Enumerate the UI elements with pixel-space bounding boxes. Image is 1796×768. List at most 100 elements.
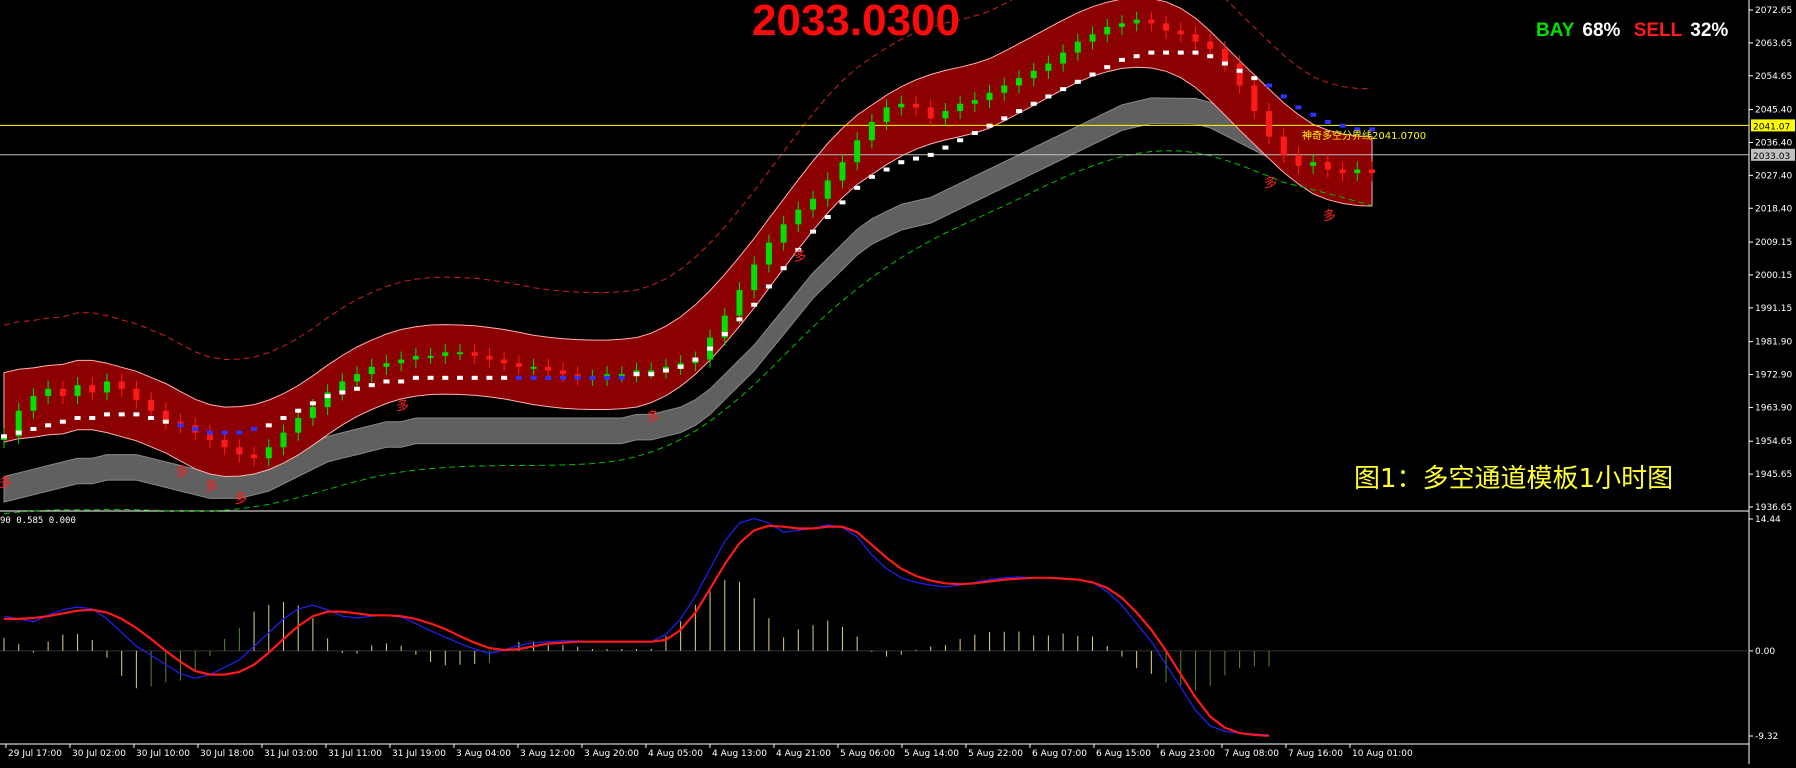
buy-signal-marker: 多 — [234, 491, 247, 507]
trend-step-marker — [383, 379, 390, 384]
candle-body — [45, 388, 52, 397]
time-tick-label: 30 Jul 10:00 — [136, 749, 190, 759]
trend-step-marker — [15, 430, 22, 435]
time-tick-label: 6 Aug 15:00 — [1096, 749, 1151, 759]
trend-step-marker — [559, 375, 566, 380]
buy-signal-marker: 多 — [1264, 175, 1277, 191]
trend-step-marker — [1266, 83, 1273, 88]
trend-step-marker — [133, 412, 140, 417]
candle-body — [1251, 85, 1258, 112]
trend-step-marker — [545, 375, 552, 380]
trend-step-marker — [368, 383, 375, 388]
trend-step-marker — [89, 416, 96, 421]
price-tick-label: 1954.65 — [1755, 437, 1792, 447]
trend-step-marker — [751, 302, 758, 307]
trend-step-marker — [1045, 94, 1052, 99]
candle-body — [368, 366, 375, 375]
candle-body — [30, 396, 37, 411]
candle-body — [751, 264, 758, 291]
trend-step-marker — [354, 386, 361, 391]
candle-body — [1089, 34, 1096, 42]
price-tick-label: 1945.65 — [1755, 470, 1792, 480]
trend-step-marker — [339, 390, 346, 395]
time-tick-label: 4 Aug 21:00 — [776, 749, 831, 759]
candle-body — [148, 399, 155, 411]
candle-body — [854, 140, 861, 163]
candle-body — [1324, 162, 1331, 170]
candle-body — [515, 363, 522, 367]
trend-step-marker — [1236, 68, 1243, 73]
trend-step-marker — [633, 372, 640, 377]
time-tick-label: 7 Aug 08:00 — [1224, 749, 1279, 759]
candle-body — [412, 355, 419, 360]
candle-body — [501, 359, 508, 364]
chart-caption: 图1：多空通道模板1小时图 — [1354, 464, 1674, 494]
trend-step-marker — [986, 123, 993, 128]
time-tick-label: 3 Aug 20:00 — [584, 749, 639, 759]
trend-step-marker — [221, 430, 228, 435]
candle-body — [280, 432, 287, 448]
trend-step-marker — [1133, 54, 1140, 59]
trend-step-marker — [74, 416, 81, 421]
trend-step-marker — [692, 357, 699, 362]
trend-step-marker — [721, 331, 728, 336]
trend-step-marker — [295, 408, 302, 413]
candle-body — [1104, 26, 1111, 35]
chart-window[interactable]: 2041.07 2033.03 多多多多多多多多多 2072.65 2063.65 205… — [0, 0, 1796, 764]
price-chart-svg: 2041.072033.03多多多多多多多多多2072.652063.65205… — [0, 0, 1795, 764]
candle-body — [236, 447, 243, 455]
candle-body — [383, 363, 390, 367]
trend-step-marker — [648, 372, 655, 377]
current-price-display: 2033.0300 — [752, 0, 960, 45]
trend-step-marker — [1, 434, 7, 439]
time-tick-label: 30 Jul 02:00 — [72, 749, 126, 759]
candle-body — [957, 103, 964, 112]
candle-body — [883, 107, 890, 123]
trend-step-marker — [1118, 57, 1125, 62]
trend-step-marker — [162, 419, 169, 424]
candle-body — [839, 162, 846, 181]
time-tick-label: 4 Aug 13:00 — [712, 749, 767, 759]
candle-body — [1339, 169, 1346, 174]
candle-body — [545, 366, 552, 371]
trend-step-marker — [957, 138, 964, 143]
price-tick-label: 2072.65 — [1755, 6, 1792, 16]
trend-step-marker — [824, 215, 831, 220]
time-tick-label: 6 Aug 07:00 — [1032, 749, 1087, 759]
trend-step-marker — [1177, 50, 1184, 55]
trend-step-marker — [280, 416, 287, 421]
candle-body — [1207, 41, 1214, 49]
candle-body — [1295, 154, 1302, 166]
candle-body — [868, 122, 875, 141]
trend-step-marker — [309, 401, 316, 406]
trend-step-marker — [177, 423, 184, 428]
candle-body — [295, 418, 302, 433]
trend-step-marker — [501, 375, 508, 380]
candle-body — [1060, 52, 1067, 64]
trend-step-marker — [398, 379, 405, 384]
candle-body — [927, 107, 934, 119]
time-tick-label: 31 Jul 03:00 — [264, 749, 318, 759]
candle-body — [1045, 63, 1052, 71]
trend-step-marker — [1015, 109, 1022, 114]
osc-signal-line — [4, 524, 1270, 737]
price-level-text: 2041.07 — [1753, 122, 1790, 132]
candle-body — [221, 439, 228, 448]
trend-step-marker — [118, 412, 125, 417]
buy-signal-marker: 多 — [176, 464, 189, 480]
trend-step-marker — [1163, 50, 1170, 55]
trend-step-marker — [677, 364, 684, 369]
time-tick-label: 31 Jul 19:00 — [392, 749, 446, 759]
candle-body — [118, 381, 125, 389]
buy-signal-marker: 多 — [646, 409, 659, 425]
candle-body — [1236, 63, 1243, 86]
trend-step-marker — [1324, 120, 1331, 125]
price-level-text: 2033.03 — [1753, 152, 1790, 162]
bay-percent: 68% — [1582, 20, 1621, 41]
trend-step-marker — [604, 375, 611, 380]
candle-body — [1354, 169, 1361, 174]
trend-step-marker — [942, 145, 949, 150]
trend-step-marker — [1104, 65, 1111, 70]
trend-step-marker — [1148, 50, 1155, 55]
candle-body — [1001, 85, 1008, 93]
